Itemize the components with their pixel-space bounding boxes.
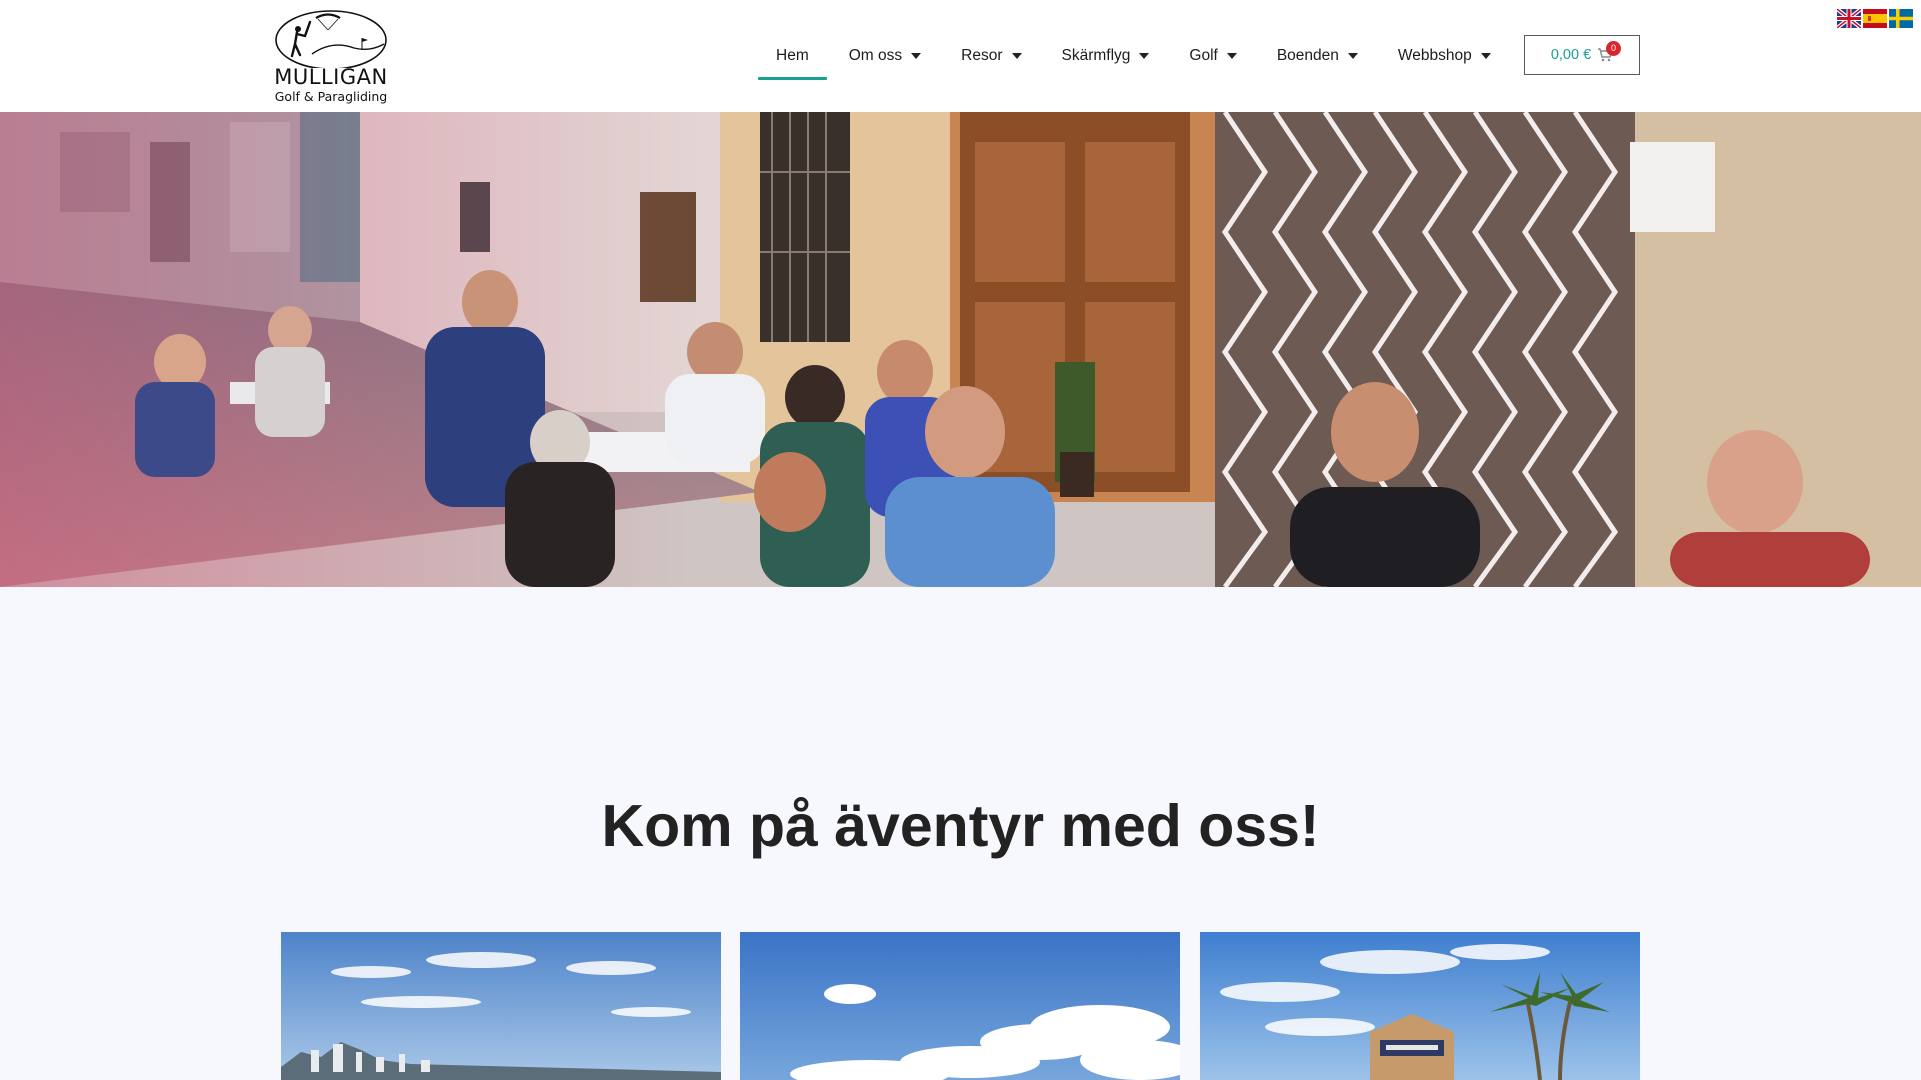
nav-item-label: Hem: [776, 47, 809, 64]
main-navigation: Hem Om oss Resor Skärmflyg Golf Boenden …: [756, 36, 1511, 80]
cart-button[interactable]: 0,00 €: [1524, 35, 1640, 75]
swedish-flag-icon[interactable]: [1889, 9, 1913, 28]
language-switcher: [1837, 9, 1913, 28]
english-flag-icon[interactable]: [1837, 9, 1861, 28]
nav-item-label: Om oss: [848, 47, 903, 64]
logo-emblem-icon: [275, 10, 387, 68]
chevron-down-icon: [1480, 53, 1491, 59]
card-sky-clouds[interactable]: [740, 932, 1180, 1080]
site-header: MULLIGAN Golf & Paragliding Hem Om oss R…: [0, 0, 1921, 112]
cart-total: 0,00 €: [1550, 47, 1592, 63]
hero-image: [0, 112, 1921, 587]
nav-item-om-oss[interactable]: Om oss: [829, 36, 941, 76]
card-golf-clubhouse[interactable]: [1200, 932, 1640, 1080]
cart-count-badge: 0: [1606, 41, 1621, 56]
nav-item-skarmflyg[interactable]: Skärmflyg: [1042, 36, 1170, 76]
chevron-down-icon: [1347, 53, 1358, 59]
nav-item-hem[interactable]: Hem: [756, 36, 829, 80]
nav-item-resor[interactable]: Resor: [941, 36, 1041, 76]
site-logo[interactable]: MULLIGAN Golf & Paragliding: [272, 8, 390, 108]
logo-title: MULLIGAN: [274, 65, 388, 89]
nav-item-webbshop[interactable]: Webbshop: [1378, 36, 1511, 76]
card-coastal-city[interactable]: [281, 932, 721, 1080]
chevron-down-icon: [1226, 53, 1237, 59]
chevron-down-icon: [911, 53, 922, 59]
nav-item-label: Webbshop: [1397, 47, 1472, 64]
nav-item-boenden[interactable]: Boenden: [1257, 36, 1378, 76]
chevron-down-icon: [1139, 53, 1150, 59]
nav-item-golf[interactable]: Golf: [1169, 36, 1256, 76]
section-headline: Kom på äventyr med oss!: [601, 793, 1320, 859]
chevron-down-icon: [1011, 53, 1022, 59]
logo-tagline: Golf & Paragliding: [274, 89, 388, 104]
nav-item-label: Boenden: [1276, 47, 1339, 64]
nav-item-label: Golf: [1189, 47, 1218, 64]
nav-item-label: Skärmflyg: [1061, 47, 1131, 64]
nav-item-label: Resor: [961, 47, 1003, 64]
spanish-flag-icon[interactable]: [1863, 9, 1887, 28]
